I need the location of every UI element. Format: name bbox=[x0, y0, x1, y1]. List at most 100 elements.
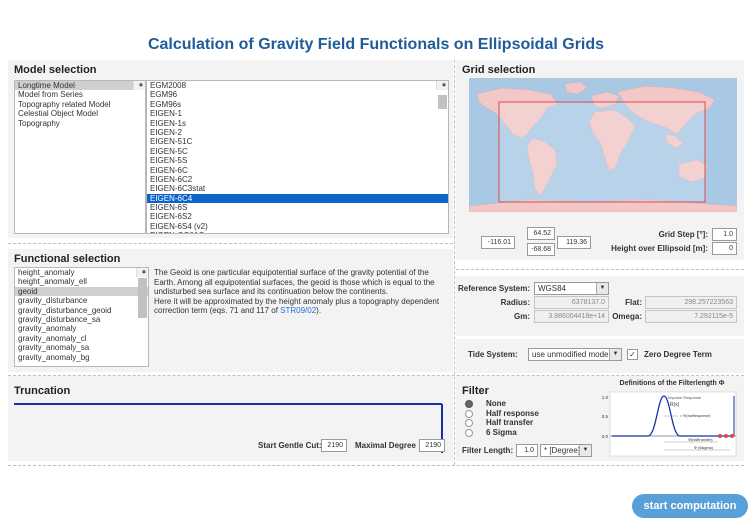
y-tick-label: 0.0 bbox=[602, 434, 609, 439]
radius-label: Radius: bbox=[500, 298, 530, 307]
height-input[interactable] bbox=[712, 242, 737, 255]
scrollbar[interactable]: ▲ ▼ bbox=[136, 268, 148, 318]
y-tick-label: 1.0 bbox=[602, 395, 609, 400]
list-item[interactable]: EIGEN-6S2 bbox=[147, 212, 448, 221]
omega-label: Omega: bbox=[612, 312, 642, 321]
model-selection-heading: Model selection bbox=[14, 64, 97, 76]
filter-length-label: Filter Length: bbox=[462, 446, 514, 455]
filter-diagram: 1.0 0.5 0.0 Impulse Response R(x) = Φ(ha… bbox=[602, 391, 737, 457]
list-item[interactable]: EIGEN-6S4 (v2) bbox=[147, 222, 448, 231]
tide-system-value: use unmodified model bbox=[532, 350, 611, 359]
scrollbar[interactable]: ▲ ▼ bbox=[436, 81, 448, 109]
start-gentle-cut-input[interactable] bbox=[321, 439, 347, 452]
lat-max-input[interactable] bbox=[527, 227, 555, 240]
list-item[interactable]: Longtime Model bbox=[15, 81, 145, 91]
page-title: Calculation of Gravity Field Functionals… bbox=[147, 36, 605, 53]
list-item[interactable]: gravity_anomaly bbox=[15, 324, 148, 333]
description-text: ). bbox=[316, 306, 322, 315]
reference-system-value: WGS84 bbox=[538, 284, 567, 293]
flat-field bbox=[645, 296, 737, 309]
height-label: Height over Ellipsoid [m]: bbox=[611, 244, 708, 253]
filter-length-input[interactable] bbox=[516, 444, 538, 457]
list-item[interactable]: EGM96 bbox=[147, 90, 448, 99]
list-item[interactable]: Celestial Object Model bbox=[15, 109, 145, 118]
grid-selection-heading: Grid selection bbox=[462, 64, 536, 76]
list-item[interactable]: height_anomaly bbox=[15, 268, 148, 277]
filter-diagram-title: Definitions of the Filterlength Φ bbox=[619, 380, 725, 387]
list-item[interactable]: EIGEN-1 bbox=[147, 109, 448, 118]
filter-option-label: Half response bbox=[486, 408, 539, 418]
list-item[interactable]: EIGEN-5S bbox=[147, 156, 448, 165]
zero-degree-checkbox[interactable]: ✓ bbox=[627, 349, 638, 360]
list-item[interactable]: height_anomaly_ell bbox=[15, 277, 148, 286]
filter-option-label: Half transfer bbox=[486, 418, 534, 427]
list-item[interactable]: EIGEN-6C bbox=[147, 166, 448, 175]
world-map[interactable] bbox=[469, 78, 737, 212]
divider bbox=[8, 465, 744, 466]
maximal-degree-label: Maximal Degree : bbox=[355, 441, 421, 450]
lat-min-input[interactable] bbox=[527, 243, 555, 256]
reference-system-select[interactable]: WGS84 ▼ bbox=[534, 282, 609, 295]
filter-radio[interactable] bbox=[465, 428, 473, 437]
half-transfer-label: Φ(halftransfer) bbox=[688, 438, 713, 442]
omega-field bbox=[645, 310, 737, 323]
list-item[interactable]: EIGEN-6C4 bbox=[147, 193, 448, 204]
list-item[interactable]: EGM2008 bbox=[147, 81, 448, 90]
list-item[interactable]: gravity_disturbance_geoid bbox=[15, 306, 148, 315]
grid-step-label: Grid Step [°]: bbox=[658, 230, 708, 239]
list-item[interactable]: gravity_disturbance_sa bbox=[15, 315, 148, 324]
functional-description: The Geoid is one particular equipotentia… bbox=[154, 268, 447, 316]
divider bbox=[456, 269, 744, 270]
vertical-divider bbox=[454, 60, 455, 465]
list-item[interactable]: EGM96s bbox=[147, 100, 448, 109]
half-response-label: = Φ(halfresponse) bbox=[680, 414, 711, 418]
zero-degree-label: Zero Degree Term bbox=[644, 350, 712, 359]
tide-system-select[interactable]: use unmodified model ▼ bbox=[528, 348, 622, 361]
list-item[interactable]: EIGEN-1s bbox=[147, 119, 448, 128]
list-item[interactable]: EIGEN-51C bbox=[147, 137, 448, 146]
reference-link[interactable]: STR09/02 bbox=[280, 306, 316, 315]
filter-radio[interactable] bbox=[465, 400, 473, 408]
list-item[interactable]: Topography related Model bbox=[15, 100, 145, 109]
list-item[interactable]: EIGEN-6C3stat bbox=[147, 184, 448, 193]
list-item[interactable]: EIGEN-5C bbox=[147, 147, 448, 156]
grid-step-input[interactable] bbox=[712, 228, 737, 241]
reference-system-label: Reference System: bbox=[458, 284, 531, 293]
model-category-list[interactable]: Longtime Model Model from Series Topograph… bbox=[14, 80, 146, 234]
chevron-down-icon: ▼ bbox=[596, 283, 608, 294]
filter-unit-select[interactable]: * [Degree] ▼ bbox=[540, 444, 592, 457]
gm-field bbox=[534, 310, 609, 323]
list-item[interactable]: gravity_disturbance bbox=[15, 296, 148, 305]
list-item[interactable]: gravity_anomaly_sa bbox=[15, 343, 148, 352]
list-item[interactable]: EIGEN-CG01C bbox=[147, 231, 448, 233]
list-item[interactable]: Model from Series bbox=[15, 90, 145, 99]
list-item[interactable]: gravity_anomaly_bg bbox=[15, 353, 148, 362]
filter-heading: Filter bbox=[462, 385, 489, 397]
list-item[interactable]: EIGEN-2 bbox=[147, 128, 448, 137]
filter-unit-value: * [Degree] bbox=[544, 446, 581, 455]
filter-radio[interactable] bbox=[465, 419, 473, 427]
start-computation-button[interactable]: start computation bbox=[632, 494, 748, 518]
lon-min-input[interactable] bbox=[481, 236, 515, 249]
scrollbar[interactable]: ▲ ▼ bbox=[133, 81, 145, 91]
gm-label: Gm: bbox=[514, 312, 530, 321]
filter-radio[interactable] bbox=[465, 409, 473, 418]
functional-list[interactable]: height_anomaly height_anomaly_ell geoid gra… bbox=[14, 267, 149, 367]
impulse-response-label: Impulse Response bbox=[668, 395, 702, 400]
start-gentle-cut-label: Start Gentle Cut: bbox=[258, 441, 322, 450]
y-tick-label: 0.5 bbox=[602, 414, 609, 419]
list-item[interactable]: EIGEN-6C2 bbox=[147, 175, 448, 184]
six-sigma-label: Φ (6sigma) bbox=[694, 446, 714, 450]
list-item[interactable]: gravity_anomaly_cl bbox=[15, 334, 148, 343]
maximal-degree-input[interactable] bbox=[419, 439, 445, 452]
lon-max-input[interactable] bbox=[557, 236, 591, 249]
divider bbox=[8, 375, 744, 376]
list-item[interactable]: geoid bbox=[15, 286, 148, 297]
description-text: The Geoid is one particular equipotentia… bbox=[154, 268, 435, 296]
divider bbox=[8, 243, 453, 244]
tide-system-label: Tide System: bbox=[468, 350, 518, 359]
model-list[interactable]: EGM2008 EGM96 EGM96s EIGEN-1 EIGEN-1s EIGEN-2… bbox=[146, 80, 449, 234]
chevron-down-icon: ▼ bbox=[579, 445, 591, 456]
list-item[interactable]: EIGEN-6S bbox=[147, 203, 448, 212]
list-item[interactable]: Topography bbox=[15, 119, 145, 128]
